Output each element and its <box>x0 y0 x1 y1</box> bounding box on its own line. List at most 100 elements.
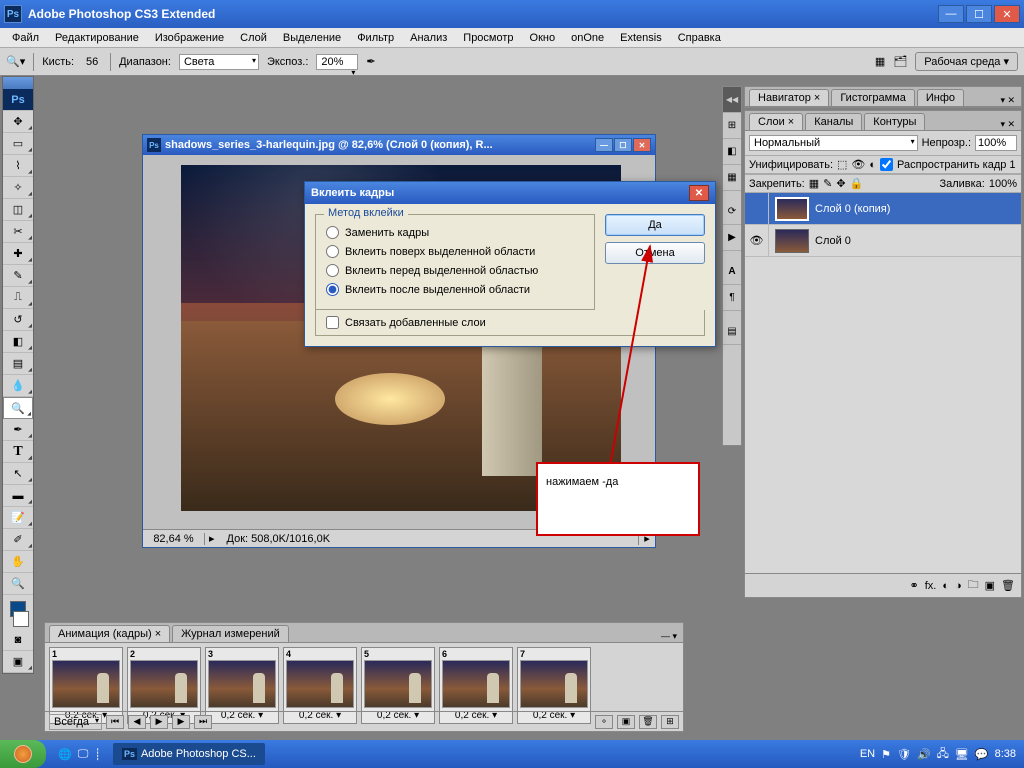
notes-tool[interactable]: 📝◢ <box>3 507 33 529</box>
frame-thumbnail[interactable] <box>52 660 120 708</box>
slice-tool[interactable]: ✂◢ <box>3 221 33 243</box>
blur-tool[interactable]: 💧◢ <box>3 375 33 397</box>
tray-icon[interactable]: 🔊 <box>917 748 931 761</box>
dodge-tool[interactable]: 🔍◢ <box>3 397 33 419</box>
menu-edit[interactable]: Редактирование <box>47 30 147 46</box>
layer-row[interactable]: Слой 0 (копия) <box>745 193 1021 225</box>
eraser-tool[interactable]: ◧◢ <box>3 331 33 353</box>
fill-field[interactable]: 100% <box>989 178 1017 190</box>
desktop-icon[interactable]: 🖵 <box>78 748 89 761</box>
airbrush-icon[interactable]: ✒ <box>366 55 375 68</box>
frame-thumbnail[interactable] <box>208 660 276 708</box>
radio-paste-after[interactable]: Вклеить после выделенной области <box>326 280 584 299</box>
wand-tool[interactable]: ✧◢ <box>3 177 33 199</box>
menu-help[interactable]: Справка <box>670 30 729 46</box>
unify-pos-icon[interactable]: ⬚ <box>837 158 847 171</box>
quickmask-tool[interactable]: ◙ <box>3 629 33 651</box>
strip-navigator-icon[interactable]: ⊞ <box>723 113 741 139</box>
new-frame-button[interactable]: ▣ <box>617 715 635 729</box>
panel-menu-icon[interactable]: — ▾ <box>659 631 679 642</box>
ie-icon[interactable]: 🌐 <box>58 748 72 761</box>
tween-button[interactable]: ⚬ <box>595 715 613 729</box>
strip-swatches-icon[interactable]: ▦ <box>723 165 741 191</box>
tray-icon[interactable]: 🛡 <box>897 748 911 761</box>
toolbox-header[interactable] <box>3 77 33 89</box>
radio-paste-over[interactable]: Вклеить поверх выделенной области <box>326 242 584 261</box>
taskbar-photoshop[interactable]: Ps Adobe Photoshop CS... <box>113 743 265 765</box>
tray-icon[interactable]: 🖥 <box>955 748 969 761</box>
frame-thumbnail[interactable] <box>286 660 354 708</box>
radio-replace[interactable]: Заменить кадры <box>326 223 584 242</box>
dialog-titlebar[interactable]: Вклеить кадры ✕ <box>305 182 715 204</box>
panel-menu-icon[interactable]: ▾ ✕ <box>998 119 1017 130</box>
menu-file[interactable]: Файл <box>4 30 47 46</box>
lock-all-icon[interactable]: 🔒 <box>850 177 864 190</box>
tab-measurements[interactable]: Журнал измерений <box>172 625 289 642</box>
tab-paths[interactable]: Контуры <box>864 113 925 130</box>
frame-thumbnail[interactable] <box>364 660 432 708</box>
zoom-tool[interactable]: 🔍 <box>3 573 33 595</box>
strip-para-icon[interactable]: ¶ <box>723 285 741 311</box>
first-frame-button[interactable]: ⏮ <box>106 715 124 729</box>
layer-name[interactable]: Слой 0 (копия) <box>815 203 890 215</box>
workspace-button[interactable]: Рабочая среда ▾ <box>915 52 1018 71</box>
menu-filter[interactable]: Фильтр <box>349 30 402 46</box>
visibility-icon[interactable] <box>745 193 769 224</box>
unify-vis-icon[interactable]: 👁 <box>851 158 865 171</box>
start-button[interactable] <box>0 740 46 768</box>
range-dropdown[interactable]: Света <box>179 54 259 70</box>
clock[interactable]: 8:38 <box>995 748 1016 760</box>
hand-tool[interactable]: ✋ <box>3 551 33 573</box>
layer-name[interactable]: Слой 0 <box>815 235 851 247</box>
document-titlebar[interactable]: Ps shadows_series_3-harlequin.jpg @ 82,6… <box>143 135 655 155</box>
next-frame-button[interactable]: ▶ <box>172 715 190 729</box>
group-icon[interactable]: 🗀 <box>968 576 979 595</box>
expand-dock-button[interactable]: ◀◀ <box>723 87 741 113</box>
lasso-tool[interactable]: ⌇◢ <box>3 155 33 177</box>
tray-icon[interactable]: 💬 <box>975 748 989 761</box>
minimize-button[interactable]: — <box>938 5 964 23</box>
layer-thumbnail[interactable] <box>775 229 809 253</box>
go-bridge-icon[interactable]: ▦ <box>875 55 885 68</box>
tab-histogram[interactable]: Гистограмма <box>831 89 915 106</box>
eyedropper-tool[interactable]: ✐◢ <box>3 529 33 551</box>
gradient-tool[interactable]: ▤◢ <box>3 353 33 375</box>
frame-thumbnail[interactable] <box>520 660 588 708</box>
new-layer-icon[interactable]: ▣ <box>985 579 995 592</box>
menu-image[interactable]: Изображение <box>147 30 232 46</box>
loop-dropdown[interactable]: Всегда <box>49 714 102 730</box>
path-tool[interactable]: ↖◢ <box>3 463 33 485</box>
strip-char-icon[interactable]: A <box>723 259 741 285</box>
strip-layercomps-icon[interactable]: ▤ <box>723 319 741 345</box>
lock-pixels-icon[interactable]: ✎ <box>823 177 832 190</box>
move-tool[interactable]: ✥◢ <box>3 111 33 133</box>
doc-close-button[interactable]: ✕ <box>633 138 651 152</box>
menu-window[interactable]: Окно <box>522 30 564 46</box>
lock-trans-icon[interactable]: ▦ <box>809 177 819 190</box>
fx-icon[interactable]: fx. <box>925 580 937 592</box>
unify-style-icon[interactable]: ◐ <box>869 159 876 171</box>
pen-tool[interactable]: ✒◢ <box>3 419 33 441</box>
menu-layer[interactable]: Слой <box>232 30 275 46</box>
propagate-checkbox[interactable] <box>880 158 893 171</box>
palette-icon[interactable]: 🗂 <box>893 55 907 68</box>
color-swatches[interactable] <box>3 599 33 629</box>
screenmode-tool[interactable]: ▣◢ <box>3 651 33 673</box>
opacity-field[interactable]: 100% <box>975 135 1017 151</box>
strip-history-icon[interactable]: ⟳ <box>723 199 741 225</box>
expoz-dropdown[interactable]: 20% <box>316 54 358 70</box>
tab-layers[interactable]: Слои × <box>749 113 803 130</box>
lock-pos-icon[interactable]: ✥ <box>836 177 845 190</box>
lang-indicator[interactable]: EN <box>860 748 875 760</box>
adjustment-icon[interactable]: ◑ <box>955 580 962 592</box>
maximize-button[interactable]: ☐ <box>966 5 992 23</box>
mask-icon[interactable]: ◐ <box>942 580 949 592</box>
tab-info[interactable]: Инфо <box>917 89 964 106</box>
heal-tool[interactable]: ✚◢ <box>3 243 33 265</box>
status-arrow-icon[interactable]: ▸ <box>205 532 219 545</box>
layer-row[interactable]: 👁 Слой 0 <box>745 225 1021 257</box>
menu-extensis[interactable]: Extensis <box>612 30 670 46</box>
brush-size[interactable]: 56 <box>82 56 102 68</box>
doc-min-button[interactable]: — <box>595 138 613 152</box>
tab-channels[interactable]: Каналы <box>805 113 862 130</box>
